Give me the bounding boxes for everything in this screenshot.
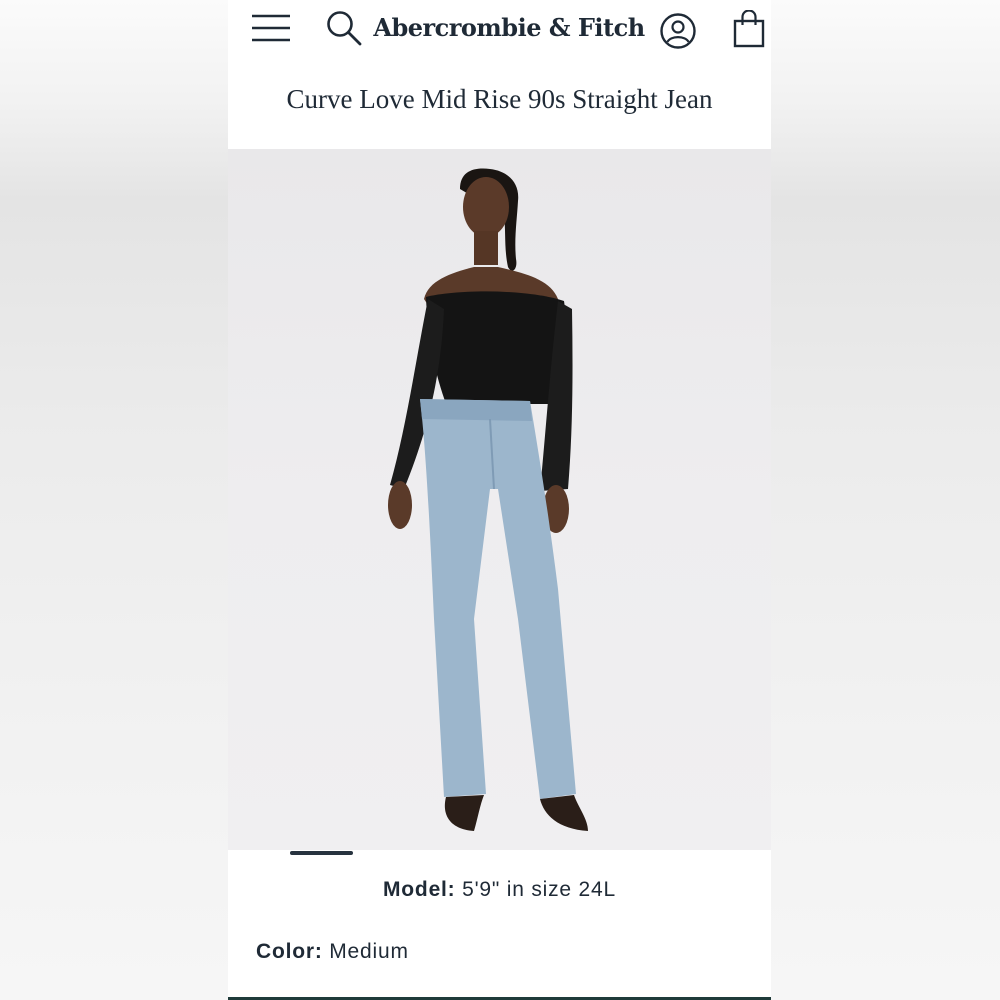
account-icon[interactable] <box>659 12 697 50</box>
model-photo-illustration <box>388 168 588 831</box>
model-label: Model: <box>383 878 456 901</box>
product-title: Curve Love Mid Rise 90s Straight Jean <box>286 84 713 114</box>
mobile-product-page: Abercrombie & Fitch Curve Love Mid Rise … <box>228 0 771 1000</box>
shopping-bag-icon[interactable] <box>733 10 765 48</box>
product-image[interactable] <box>228 149 771 850</box>
hamburger-menu-icon[interactable] <box>252 14 290 42</box>
color-info: Color: Medium <box>256 940 409 964</box>
brand-logo[interactable]: Abercrombie & Fitch <box>348 13 670 42</box>
carousel-indicator[interactable] <box>290 851 353 855</box>
background-blur-right <box>771 0 1000 1000</box>
color-label: Color: <box>256 940 323 963</box>
model-info: Model: 5'9" in size 24L <box>228 878 771 902</box>
background-blur-left <box>0 0 228 1000</box>
model-value: 5'9" in size 24L <box>462 878 616 901</box>
color-value: Medium <box>329 940 409 963</box>
site-header: Abercrombie & Fitch <box>228 0 771 62</box>
